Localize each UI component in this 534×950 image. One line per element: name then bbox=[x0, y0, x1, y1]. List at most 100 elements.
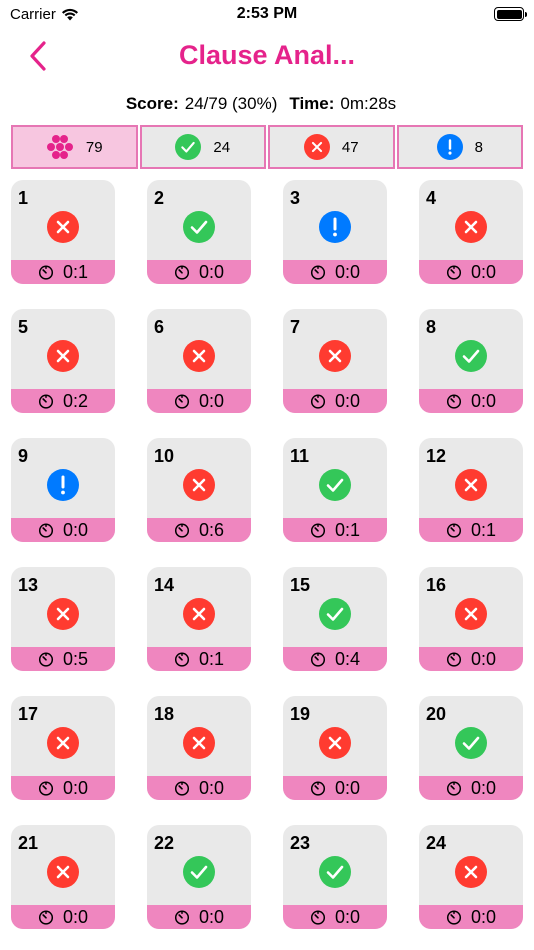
cross-icon bbox=[47, 856, 79, 888]
question-time-bar: 0:0 bbox=[419, 389, 523, 413]
cross-icon bbox=[47, 211, 79, 243]
question-tile[interactable]: 17 0:0 bbox=[11, 696, 115, 800]
timer-icon bbox=[38, 781, 54, 796]
question-number: 21 bbox=[18, 833, 39, 853]
question-time: 0:1 bbox=[470, 519, 497, 540]
question-tile[interactable]: 24 0:0 bbox=[419, 825, 523, 929]
question-number: 3 bbox=[290, 188, 301, 208]
question-time-bar: 0:0 bbox=[11, 776, 115, 800]
timer-icon bbox=[310, 394, 326, 409]
cross-icon bbox=[47, 727, 79, 759]
exclamation-icon bbox=[436, 134, 463, 160]
question-number: 10 bbox=[154, 446, 175, 466]
question-time: 0:0 bbox=[198, 390, 225, 411]
question-tile[interactable]: 22 0:0 bbox=[147, 825, 251, 929]
question-tile[interactable]: 1 0:1 bbox=[11, 180, 115, 284]
question-time-bar: 0:0 bbox=[147, 776, 251, 800]
question-tile[interactable]: 12 0:1 bbox=[419, 438, 523, 542]
cross-icon bbox=[47, 598, 79, 630]
question-tile[interactable]: 14 0:1 bbox=[147, 567, 251, 671]
timer-icon bbox=[174, 394, 190, 409]
question-time-bar: 0:0 bbox=[419, 776, 523, 800]
time-label: Time: bbox=[289, 94, 335, 113]
status-bar: Carrier 2:53 PM bbox=[0, 0, 534, 30]
question-time-bar: 0:0 bbox=[147, 260, 251, 284]
question-time: 0:0 bbox=[62, 519, 89, 540]
score-summary: Score: 24/79 (30%) Time: 0m:28s bbox=[0, 94, 534, 114]
timer-icon bbox=[310, 910, 326, 925]
filter-correct[interactable]: 24 bbox=[139, 125, 266, 169]
question-time-bar: 0:1 bbox=[147, 647, 251, 671]
exclamation-icon bbox=[47, 469, 79, 501]
question-tile[interactable]: 7 0:0 bbox=[283, 309, 387, 413]
question-time-bar: 0:1 bbox=[11, 260, 115, 284]
timer-icon bbox=[446, 910, 462, 925]
question-number: 11 bbox=[290, 446, 310, 466]
question-time-bar: 0:0 bbox=[147, 905, 251, 929]
question-time: 0:0 bbox=[470, 390, 497, 411]
question-tile[interactable]: 13 0:5 bbox=[11, 567, 115, 671]
cross-icon bbox=[183, 340, 215, 372]
filter-count: 8 bbox=[474, 138, 483, 156]
question-number: 17 bbox=[18, 704, 39, 724]
timer-icon bbox=[310, 781, 326, 796]
question-tile[interactable]: 23 0:0 bbox=[283, 825, 387, 929]
question-tile[interactable]: 20 0:0 bbox=[419, 696, 523, 800]
question-tile[interactable]: 15 0:4 bbox=[283, 567, 387, 671]
question-time: 0:1 bbox=[198, 648, 225, 669]
check-icon bbox=[319, 598, 351, 630]
cluster-icon bbox=[46, 135, 73, 159]
question-tile[interactable]: 8 0:0 bbox=[419, 309, 523, 413]
question-tile[interactable]: 2 0:0 bbox=[147, 180, 251, 284]
question-time: 0:1 bbox=[62, 261, 89, 282]
cross-icon bbox=[319, 340, 351, 372]
filter-bar: 79 24 47 8 bbox=[11, 125, 523, 169]
question-tile[interactable]: 6 0:0 bbox=[147, 309, 251, 413]
question-number: 13 bbox=[18, 575, 39, 595]
question-tile[interactable]: 10 0:6 bbox=[147, 438, 251, 542]
question-time-bar: 0:0 bbox=[11, 518, 115, 542]
question-tile[interactable]: 21 0:0 bbox=[11, 825, 115, 929]
question-time: 0:0 bbox=[62, 777, 89, 798]
filter-all[interactable]: 79 bbox=[11, 125, 138, 169]
question-time: 0:0 bbox=[334, 390, 361, 411]
question-time: 0:0 bbox=[470, 777, 497, 798]
question-tile[interactable]: 11 0:1 bbox=[283, 438, 387, 542]
cross-icon bbox=[455, 211, 487, 243]
timer-icon bbox=[310, 265, 326, 280]
timer-icon bbox=[174, 265, 190, 280]
timer-icon bbox=[38, 523, 54, 538]
question-tile[interactable]: 5 0:2 bbox=[11, 309, 115, 413]
question-time-bar: 0:0 bbox=[419, 260, 523, 284]
navigation-bar: Clause Anal... bbox=[0, 30, 534, 80]
check-icon bbox=[183, 856, 215, 888]
question-tile[interactable]: 16 0:0 bbox=[419, 567, 523, 671]
question-time: 0:1 bbox=[334, 519, 361, 540]
filter-count: 24 bbox=[213, 138, 231, 156]
question-time: 0:0 bbox=[470, 906, 497, 927]
question-time-bar: 0:1 bbox=[283, 518, 387, 542]
exclamation-icon bbox=[319, 211, 351, 243]
question-number: 20 bbox=[426, 704, 447, 724]
question-tile[interactable]: 9 0:0 bbox=[11, 438, 115, 542]
cross-icon bbox=[455, 856, 487, 888]
question-number: 4 bbox=[426, 188, 437, 208]
score-label: Score: bbox=[125, 94, 179, 113]
filter-skipped[interactable]: 8 bbox=[396, 125, 523, 169]
question-time-bar: 0:0 bbox=[283, 260, 387, 284]
question-number: 14 bbox=[154, 575, 175, 595]
question-tile[interactable]: 3 0:0 bbox=[283, 180, 387, 284]
question-tile[interactable]: 4 0:0 bbox=[419, 180, 523, 284]
question-number: 2 bbox=[154, 188, 165, 208]
question-time: 0:0 bbox=[198, 906, 225, 927]
question-number: 9 bbox=[18, 446, 29, 466]
timer-icon bbox=[174, 652, 190, 667]
cross-icon bbox=[183, 469, 215, 501]
timer-icon bbox=[446, 265, 462, 280]
filter-count: 79 bbox=[85, 138, 103, 156]
question-tile[interactable]: 18 0:0 bbox=[147, 696, 251, 800]
question-tile[interactable]: 19 0:0 bbox=[283, 696, 387, 800]
filter-wrong[interactable]: 47 bbox=[268, 125, 395, 169]
timer-icon bbox=[310, 523, 326, 538]
cross-icon bbox=[47, 340, 79, 372]
